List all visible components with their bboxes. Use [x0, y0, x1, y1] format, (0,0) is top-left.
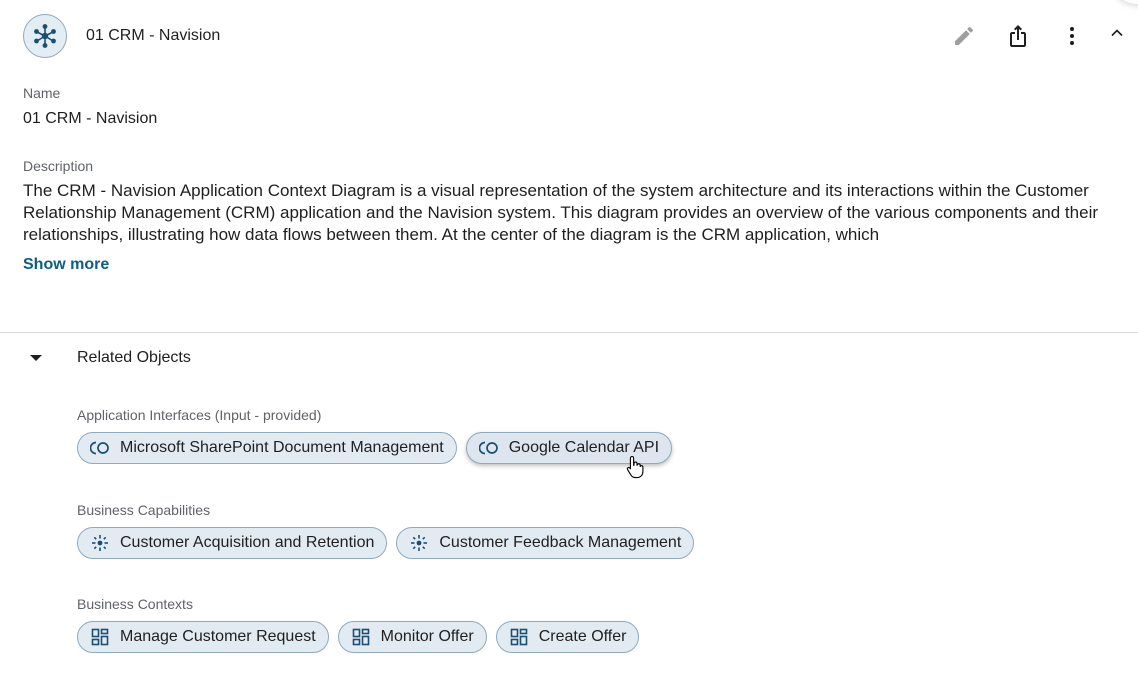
- chip-label: Create Offer: [538, 628, 627, 645]
- collapse-button[interactable]: [1101, 17, 1133, 49]
- chip-monitor-offer[interactable]: Monitor Offer: [337, 621, 487, 653]
- more-vert-icon: [1070, 27, 1074, 45]
- edit-button[interactable]: [948, 20, 980, 52]
- chip-label: Manage Customer Request: [120, 628, 316, 645]
- hand-cursor-icon: [626, 455, 644, 479]
- chip-label: Microsoft SharePoint Document Management: [120, 439, 444, 456]
- interface-icon: [478, 438, 499, 458]
- dashboard-icon: [351, 627, 371, 647]
- group-label-business-capabilities: Business Capabilities: [77, 502, 211, 518]
- chip-customer-acquisition[interactable]: Customer Acquisition and Retention: [77, 527, 388, 559]
- chip-customer-feedback[interactable]: Customer Feedback Management: [396, 527, 695, 559]
- capability-icon: [90, 533, 110, 553]
- show-more-link[interactable]: Show more: [23, 256, 109, 274]
- page-title: 01 CRM - Navision: [86, 27, 221, 44]
- chip-list-application-interfaces: Microsoft SharePoint Document Management…: [77, 432, 673, 464]
- related-objects-title: Related Objects: [77, 349, 191, 366]
- divider: [0, 332, 1138, 333]
- capability-icon: [409, 533, 429, 553]
- detail-header: 01 CRM - Navision: [0, 0, 1138, 72]
- dashboard-icon: [90, 627, 110, 647]
- name-label: Name: [23, 85, 61, 101]
- chip-create-offer[interactable]: Create Offer: [495, 621, 640, 653]
- name-value: 01 CRM - Navision: [23, 110, 158, 127]
- pencil-icon: [955, 26, 974, 45]
- chip-label: Customer Acquisition and Retention: [120, 534, 375, 551]
- share-icon: [1010, 25, 1026, 47]
- more-options-button[interactable]: [1056, 20, 1088, 52]
- description-label: Description: [23, 158, 94, 174]
- chevron-up-icon: [1111, 29, 1123, 37]
- chip-list-business-capabilities: Customer Acquisition and Retention Custo…: [77, 527, 695, 559]
- chip-label: Monitor Offer: [380, 628, 474, 645]
- description-value: The CRM - Navision Application Context D…: [23, 181, 1099, 244]
- chip-label: Customer Feedback Management: [439, 534, 682, 551]
- interface-icon: [90, 438, 110, 458]
- group-label-business-contexts: Business Contexts: [77, 596, 193, 612]
- network-diagram-icon: [34, 24, 56, 48]
- avatar: [23, 14, 67, 58]
- group-label-application-interfaces: Application Interfaces (Input - provided…: [77, 407, 322, 423]
- chip-microsoft-sharepoint[interactable]: Microsoft SharePoint Document Management: [77, 432, 457, 464]
- chip-manage-customer-request[interactable]: Manage Customer Request: [77, 621, 329, 653]
- caret-down-icon: [30, 355, 42, 361]
- chip-list-business-contexts: Manage Customer Request Monitor Offer Cr…: [77, 621, 640, 653]
- share-button[interactable]: [1002, 20, 1034, 52]
- related-objects-toggle[interactable]: [26, 348, 46, 368]
- dashboard-icon: [509, 627, 529, 647]
